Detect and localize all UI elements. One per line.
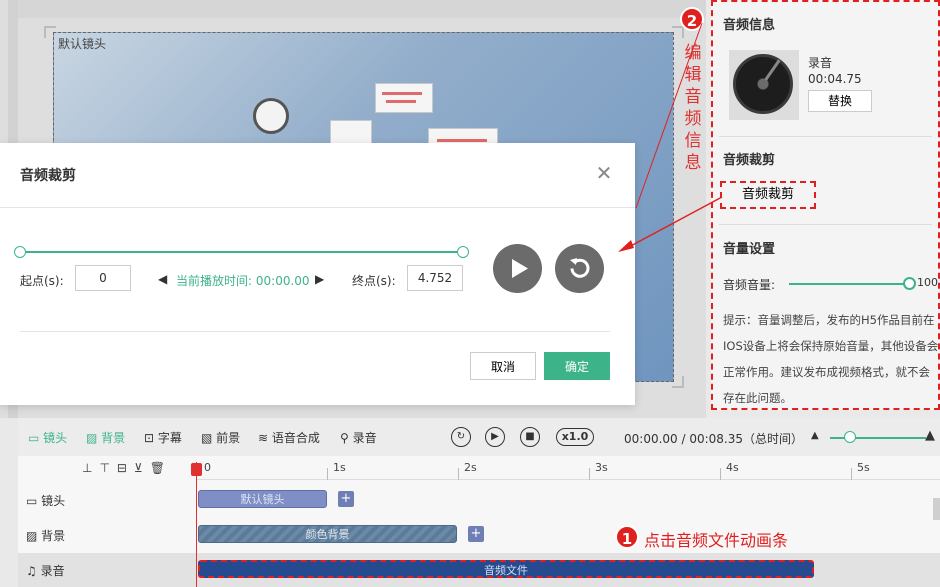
arrow-line	[626, 196, 723, 249]
arrow-line	[635, 22, 703, 209]
arrowhead-icon	[618, 240, 634, 252]
annotation-arrows	[618, 22, 723, 252]
